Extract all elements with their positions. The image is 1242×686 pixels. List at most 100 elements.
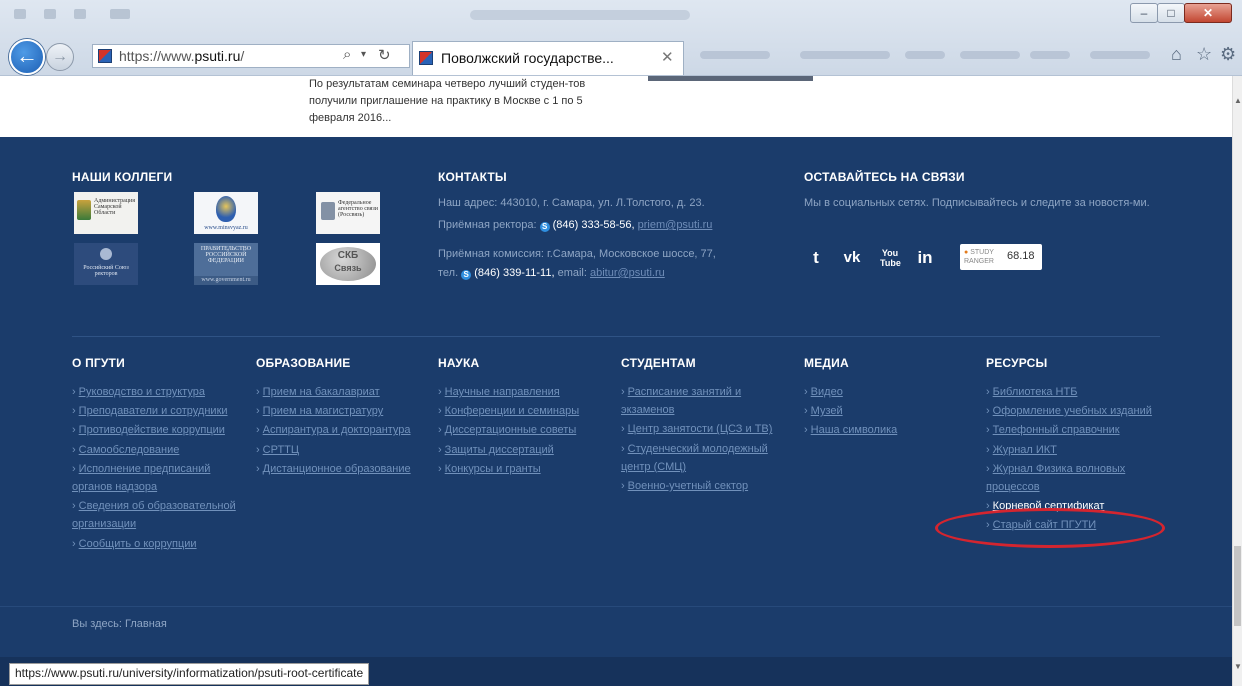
contacts-rector-line: Приёмная ректора: S (846) 333-58-56, prie… — [438, 216, 758, 235]
list-item[interactable]: › Журнал Физика волновых процессов — [986, 460, 1172, 496]
rector-phone[interactable]: (846) 333-58-56, — [553, 219, 635, 231]
tab-blurred[interactable] — [1090, 51, 1150, 59]
minsvyaz-logo[interactable]: www.minsvyaz.ru — [194, 192, 258, 234]
list-item[interactable]: › Защиты диссертаций — [438, 441, 613, 459]
contacts-block: Наш адрес: 443010, г. Самара, ул. Л.Толс… — [438, 194, 758, 283]
list-item[interactable]: › Преподаватели и сотрудники — [72, 402, 250, 420]
vk-icon[interactable]: vk — [842, 248, 862, 268]
rossvyaz-logo[interactable]: Федеральное агентство связи (Россвязь) — [316, 192, 380, 234]
footer-links-education: › Прием на бакалавриат › Прием на магистра… — [256, 383, 434, 479]
list-item[interactable]: › Дистанционное образование — [256, 460, 434, 478]
list-item[interactable]: › Исполнение предписаний органов надзора — [72, 460, 250, 496]
tab-blurred[interactable] — [960, 51, 1020, 59]
redo-icon[interactable] — [74, 9, 86, 19]
contacts-heading: КОНТАКТЫ — [438, 170, 507, 184]
list-item[interactable]: › Противодействие коррупции — [72, 421, 250, 439]
government-logo[interactable]: ПРАВИТЕЛЬСТВО РОССИЙСКОЙ ФЕДЕРАЦИИ www.go… — [194, 243, 258, 285]
tab-close-icon[interactable]: ✕ — [661, 48, 674, 66]
list-item[interactable]: › Телефонный справочник — [986, 421, 1172, 439]
footer-links-media: › Видео › Музей › Наша символика — [804, 383, 974, 441]
footer-heading-science: НАУКА — [438, 356, 480, 370]
footer-links-about: › Руководство и структура › Преподаватели … — [72, 383, 250, 554]
gear-icon[interactable]: ⚙ — [1220, 44, 1236, 65]
close-window-button[interactable]: ✕ — [1184, 3, 1232, 23]
commission-email-label: email: — [557, 267, 587, 279]
address-url[interactable]: https://www.psuti.ru/ — [119, 48, 244, 64]
commission-email-link[interactable]: abitur@psuti.ru — [590, 267, 665, 279]
footer-heading-education: ОБРАЗОВАНИЕ — [256, 356, 351, 370]
forward-button[interactable]: → — [46, 43, 74, 71]
status-bar-url: https://www.psuti.ru/university/informat… — [9, 663, 370, 685]
list-item[interactable]: › Студенческий молодежный центр (СМЦ) — [621, 440, 791, 476]
tab-active[interactable]: Поволжский государстве... ✕ — [412, 41, 684, 75]
search-icon[interactable]: ⌕ — [343, 46, 351, 63]
vertical-scrollbar[interactable]: ▲ ▼ — [1232, 76, 1242, 686]
undo-icon[interactable] — [44, 9, 56, 19]
minimize-button[interactable]: – — [1130, 3, 1158, 23]
list-item[interactable]: › Научные направления — [438, 383, 613, 401]
maximize-button[interactable]: □ — [1157, 3, 1185, 23]
list-item[interactable]: › Сведения об образовательной организации — [72, 497, 250, 533]
rector-email-link[interactable]: priem@psuti.ru — [638, 219, 713, 231]
list-item[interactable]: › Конференции и семинары — [438, 402, 613, 420]
linkedin-icon[interactable]: in — [915, 248, 935, 268]
home-icon[interactable]: ⌂ — [1171, 44, 1182, 65]
study-ranger-badge[interactable]: ● STUDY RANGER 68.18 — [960, 244, 1042, 270]
commission-phone[interactable]: (846) 339-11-11, — [474, 267, 554, 279]
list-item[interactable]: › Прием на магистратуру — [256, 402, 434, 420]
social-heading: ОСТАВАЙТЕСЬ НА СВЯЗИ — [804, 170, 965, 184]
back-button[interactable]: ← — [9, 39, 45, 75]
list-item[interactable]: › Журнал ИКТ — [986, 441, 1172, 459]
list-item[interactable]: › Музей — [804, 402, 974, 420]
social-text: Мы в социальных сетях. Подписывайтесь и … — [804, 197, 1150, 209]
refresh-icon[interactable]: ↻ — [378, 46, 391, 64]
list-item[interactable]: › Центр занятости (ЦСЗ и ТВ) — [621, 420, 791, 438]
list-item[interactable]: › Расписание занятий и экзаменов — [621, 383, 791, 419]
blurred-text — [648, 76, 813, 81]
breadcrumb: Вы здесь: Главная — [72, 618, 167, 630]
list-item[interactable]: › Диссертационные советы — [438, 421, 613, 439]
list-item[interactable]: › СРТТЦ — [256, 441, 434, 459]
address-bar[interactable]: https://www.psuti.ru/ ⌕ ▾ ↻ — [92, 44, 410, 68]
contacts-commission-line: тел. S (846) 339-11-11, email: abitur@psu… — [438, 264, 758, 283]
list-item[interactable]: › Видео — [804, 383, 974, 401]
list-item[interactable]: › Руководство и структура — [72, 383, 250, 401]
highlight-ellipse — [935, 508, 1165, 548]
site-favicon — [98, 49, 112, 63]
star-icon[interactable]: ☆ — [1196, 44, 1212, 65]
scroll-up-icon[interactable]: ▲ — [1234, 96, 1242, 105]
footer-divider — [72, 336, 1160, 337]
chevron-down-icon[interactable]: ▾ — [361, 49, 366, 60]
list-item[interactable]: › Библиотека НТБ — [986, 383, 1172, 401]
list-item[interactable]: › Наша символика — [804, 421, 974, 439]
tab-favicon — [419, 51, 433, 65]
footer-links-students: › Расписание занятий и экзаменов › Центр з… — [621, 383, 791, 496]
skb-logo-title: СКБ — [337, 250, 359, 261]
news-excerpt[interactable]: По результатам семинара четверо лучший с… — [309, 76, 609, 127]
save-icon[interactable] — [14, 9, 26, 19]
samara-administration-logo[interactable]: Администрация Самарской Области — [74, 192, 138, 234]
skype-icon: S — [539, 222, 550, 232]
list-item[interactable]: › Конкурсы и гранты — [438, 460, 613, 478]
tab-blurred[interactable] — [800, 51, 890, 59]
list-item[interactable]: › Самообследование — [72, 441, 250, 459]
print-icon[interactable] — [110, 9, 130, 19]
skb-svyaz-logo[interactable]: СКБ Связь — [316, 243, 380, 285]
list-item[interactable]: › Прием на бакалавриат — [256, 383, 434, 401]
scroll-thumb[interactable] — [1234, 546, 1241, 626]
twitter-icon[interactable]: t — [806, 248, 826, 268]
tab-blurred[interactable] — [905, 51, 945, 59]
tab-blurred[interactable] — [1030, 51, 1070, 59]
list-item[interactable]: › Сообщить о коррупции — [72, 535, 250, 553]
youtube-icon[interactable]: You Tube — [880, 248, 901, 268]
list-item[interactable]: › Военно-учетный сектор — [621, 477, 791, 495]
rectors-union-logo[interactable]: Российский Союз ректоров — [74, 243, 138, 285]
list-item[interactable]: › Аспирантура и докторантура — [256, 421, 434, 439]
study-ranger-score: 68.18 — [1007, 250, 1035, 262]
list-item[interactable]: › Оформление учебных изданий — [986, 402, 1172, 420]
tab-blurred[interactable] — [700, 51, 770, 59]
skype-icon: S — [461, 270, 472, 280]
skb-logo-subtitle: Связь — [334, 263, 362, 273]
scroll-down-icon[interactable]: ▼ — [1234, 662, 1242, 671]
quick-access-toolbar — [14, 6, 184, 22]
